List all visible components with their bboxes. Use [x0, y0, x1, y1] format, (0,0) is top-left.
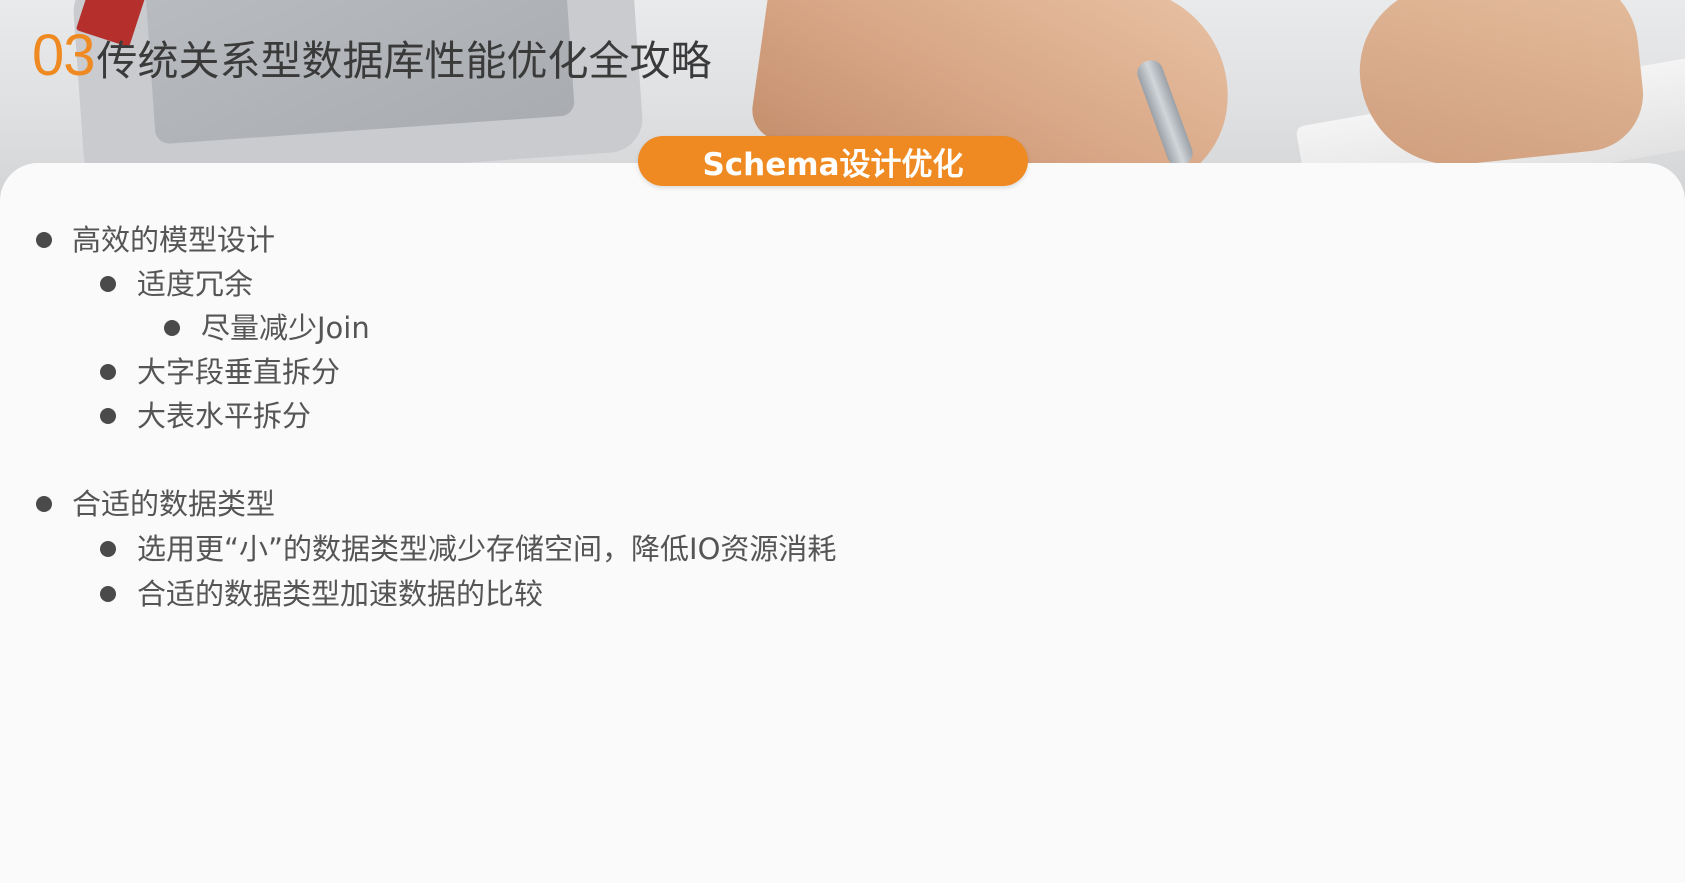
- outline-subitem-label: 大表水平拆分: [137, 399, 312, 433]
- bullet-dot-icon: [164, 320, 180, 336]
- bullet-dot-icon: [100, 541, 116, 557]
- outline-subitem: 大表水平拆分: [100, 396, 311, 436]
- bullet-dot-icon: [100, 276, 116, 292]
- bullet-dot-icon: [36, 232, 52, 248]
- outline-subsubitem: 尽量减少Join: [164, 308, 370, 348]
- title-text: 传统关系型数据库性能优化全攻略: [96, 37, 712, 85]
- section-badge: Schema设计优化: [638, 136, 1028, 186]
- outline-item-label: 高效的模型设计: [72, 223, 276, 257]
- bullet-dot-icon: [100, 408, 116, 424]
- bullet-dot-icon: [100, 586, 116, 602]
- page-title: 03 传统关系型数据库性能优化全攻略: [32, 24, 712, 93]
- outline-subitem-label: 选用更“小”的数据类型减少存储空间，降低IO资源消耗: [137, 532, 837, 566]
- outline-item: 高效的模型设计: [36, 220, 275, 260]
- outline-subsubitem-label: 尽量减少Join: [201, 311, 370, 345]
- outline-subitem-label: 合适的数据类型加速数据的比较: [137, 577, 544, 611]
- bullet-dot-icon: [100, 364, 116, 380]
- outline-subitem: 大字段垂直拆分: [100, 352, 340, 392]
- outline-subitem: 适度冗余: [100, 264, 253, 304]
- outline-subitem: 选用更“小”的数据类型减少存储空间，降低IO资源消耗: [100, 529, 836, 569]
- bullet-dot-icon: [36, 496, 52, 512]
- outline-subitem-label: 适度冗余: [137, 267, 254, 301]
- outline-item: 合适的数据类型: [36, 484, 275, 524]
- outline-item-label: 合适的数据类型: [72, 487, 276, 521]
- outline-subitem: 合适的数据类型加速数据的比较: [100, 574, 543, 614]
- outline-subitem-label: 大字段垂直拆分: [137, 355, 341, 389]
- title-number: 03: [32, 23, 96, 88]
